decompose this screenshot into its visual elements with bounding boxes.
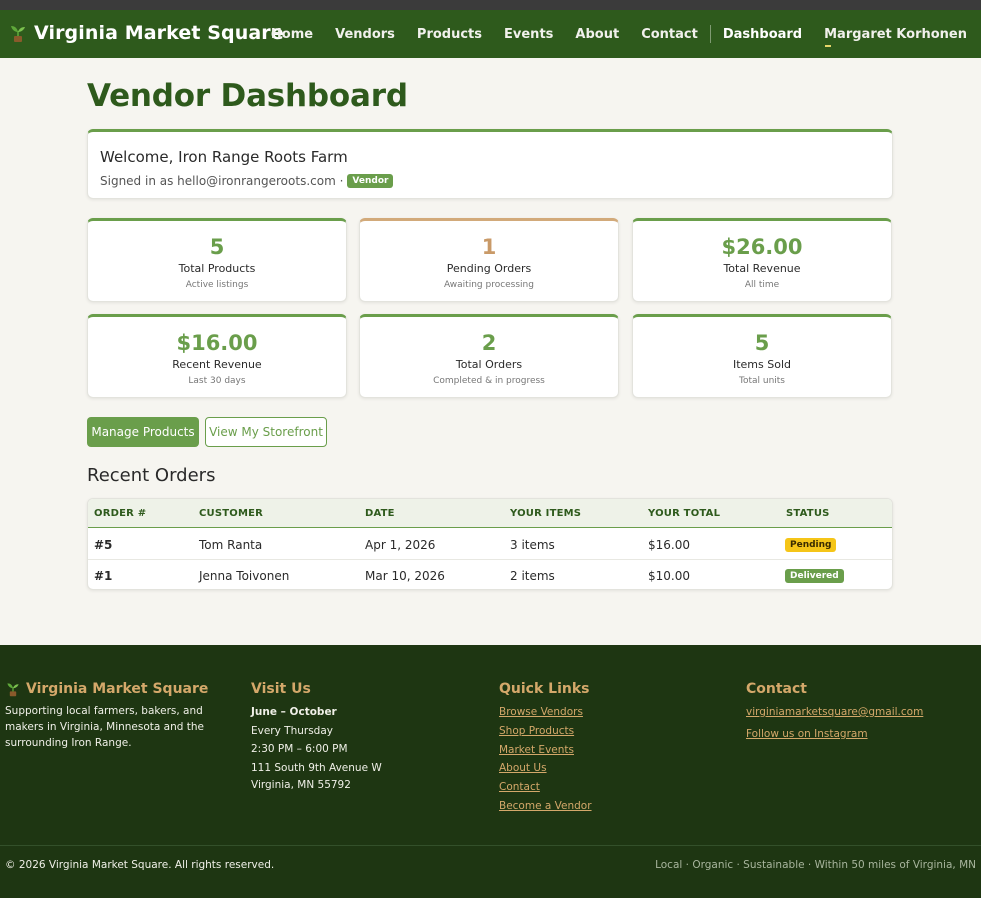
stat-value: $16.00	[176, 331, 258, 355]
stat-label: Total Products	[178, 262, 256, 275]
order-date: Apr 1, 2026	[365, 538, 436, 552]
stat-card-total-orders: 2 Total Orders Completed & in progress	[359, 314, 619, 398]
address-line-1: 111 South 9th Avenue W	[251, 761, 382, 774]
signed-in-text: Signed in as hello@ironrangeroots.com ·	[100, 174, 344, 188]
nav-divider	[709, 25, 711, 43]
order-total: $16.00	[648, 538, 690, 552]
stat-sub: Completed & in progress	[433, 376, 545, 386]
stat-label: Total Revenue	[723, 262, 801, 275]
footer-instagram-link[interactable]: Follow us on Instagram	[746, 725, 976, 744]
status-badge: Delivered	[785, 569, 844, 583]
footer-link-become-vendor[interactable]: Become a Vendor	[499, 797, 699, 816]
season-text: June – October	[251, 706, 337, 718]
browser-top-strip	[0, 0, 981, 10]
footer-link-shop-products[interactable]: Shop Products	[499, 722, 699, 741]
stat-sub: Active listings	[185, 280, 249, 290]
footer-brand-name: Virginia Market Square	[26, 681, 209, 697]
order-total: $10.00	[648, 569, 690, 583]
status-badge: Pending	[785, 538, 837, 552]
stat-label: Recent Revenue	[172, 358, 262, 371]
footer-tagline: Local · Organic · Sustainable · Within 5…	[655, 859, 976, 871]
table-row[interactable]: #5 Tom Ranta Apr 1, 2026 3 items $16.00 …	[88, 529, 892, 560]
recent-orders-table: ORDER # CUSTOMER DATE YOUR ITEMS YOUR TO…	[87, 498, 893, 590]
stat-card-items-sold: 5 Items Sold Total units	[632, 314, 892, 398]
col-date: DATE	[365, 508, 395, 519]
welcome-card: Welcome, Iron Range Roots Farm Signed in…	[87, 129, 893, 199]
footer-brand: Virginia Market Square	[5, 681, 230, 697]
footer-visit: Visit Us June – October Every Thursday 2…	[251, 681, 451, 793]
stat-sub: Awaiting processing	[444, 280, 534, 290]
footer-link-about[interactable]: About Us	[499, 759, 699, 778]
footer-link-contact[interactable]: Contact	[499, 778, 699, 797]
nav-products[interactable]: Products	[417, 27, 482, 42]
nav-contact[interactable]: Contact	[641, 27, 698, 42]
col-items: YOUR ITEMS	[510, 508, 582, 519]
top-navbar: Virginia Market Square Home Vendors Prod…	[0, 10, 981, 58]
sprout-icon	[11, 26, 25, 42]
table-row[interactable]: #1 Jenna Toivonen Mar 10, 2026 2 items $…	[88, 560, 892, 589]
table-header: ORDER # CUSTOMER DATE YOUR ITEMS YOUR TO…	[88, 499, 892, 528]
quick-links-heading: Quick Links	[499, 681, 590, 697]
signed-in-line: Signed in as hello@ironrangeroots.com · …	[100, 174, 394, 188]
stat-sub: Last 30 days	[188, 376, 246, 386]
footer-contact: Contact virginiamarketsquare@gmail.com F…	[746, 681, 976, 744]
stat-value: 2	[481, 331, 497, 355]
nav-about[interactable]: About	[575, 27, 619, 42]
footer-link-browse-vendors[interactable]: Browse Vendors	[499, 703, 699, 722]
contact-heading: Contact	[746, 681, 807, 697]
nav-dashboard[interactable]: Dashboard	[723, 27, 802, 42]
stat-label: Total Orders	[455, 358, 523, 371]
hours-text: 2:30 PM – 6:00 PM	[251, 743, 348, 755]
order-items: 2 items	[510, 569, 555, 583]
footer-email-link[interactable]: virginiamarketsquare@gmail.com	[746, 703, 976, 722]
welcome-heading: Welcome, Iron Range Roots Farm	[100, 148, 348, 166]
stat-value: 5	[209, 235, 225, 259]
stat-value: 5	[754, 331, 770, 355]
nav-home[interactable]: Home	[271, 27, 313, 42]
site-footer: Virginia Market Square Supporting local …	[0, 645, 981, 898]
footer-link-market-events[interactable]: Market Events	[499, 741, 699, 760]
stat-card-total-products: 5 Total Products Active listings	[87, 218, 347, 302]
stat-value: 1	[481, 235, 497, 259]
order-items: 3 items	[510, 538, 555, 552]
footer-about-text: Supporting local farmers, bakers, and ma…	[5, 705, 204, 749]
stat-label: Items Sold	[732, 358, 792, 371]
stat-label: Pending Orders	[446, 262, 532, 275]
col-status: STATUS	[786, 508, 830, 519]
order-date: Mar 10, 2026	[365, 569, 445, 583]
order-number: #1	[94, 569, 113, 583]
stat-card-total-revenue: $26.00 Total Revenue All time	[632, 218, 892, 302]
col-order: ORDER #	[94, 508, 147, 519]
order-customer: Jenna Toivonen	[199, 569, 290, 583]
col-total: YOUR TOTAL	[648, 508, 721, 519]
stat-value: $26.00	[721, 235, 803, 259]
copyright-text: © 2026 Virginia Market Square. All right…	[5, 859, 275, 871]
view-storefront-button[interactable]: View My Storefront	[205, 417, 327, 447]
nav-events[interactable]: Events	[504, 27, 553, 42]
stat-sub: Total units	[738, 376, 785, 386]
day-text: Every Thursday	[251, 724, 334, 737]
footer-about: Virginia Market Square Supporting local …	[5, 681, 230, 751]
order-number: #5	[94, 538, 113, 552]
nav-vendors[interactable]: Vendors	[335, 27, 395, 42]
role-badge: Vendor	[347, 174, 394, 188]
address-line-2: Virginia, MN 55792	[251, 779, 351, 791]
stat-card-pending-orders: 1 Pending Orders Awaiting processing	[359, 218, 619, 302]
stat-sub: All time	[744, 280, 780, 290]
page-title: Vendor Dashboard	[87, 78, 408, 114]
visit-heading: Visit Us	[251, 681, 311, 697]
footer-quick-links: Quick Links Browse Vendors Shop Products…	[499, 681, 699, 816]
col-customer: CUSTOMER	[199, 508, 264, 519]
brand-name: Virginia Market Square	[34, 22, 284, 44]
brand-link[interactable]: Virginia Market Square	[8, 22, 284, 44]
stat-card-recent-revenue: $16.00 Recent Revenue Last 30 days	[87, 314, 347, 398]
footer-divider	[0, 845, 981, 846]
nav-links: Home Vendors Products Events About Conta…	[271, 10, 967, 58]
manage-products-button[interactable]: Manage Products	[87, 417, 199, 447]
order-customer: Tom Ranta	[199, 538, 263, 552]
recent-orders-heading: Recent Orders	[87, 465, 216, 486]
nav-user-menu[interactable]: Margaret Korhonen	[824, 27, 967, 47]
sprout-icon	[7, 683, 19, 697]
